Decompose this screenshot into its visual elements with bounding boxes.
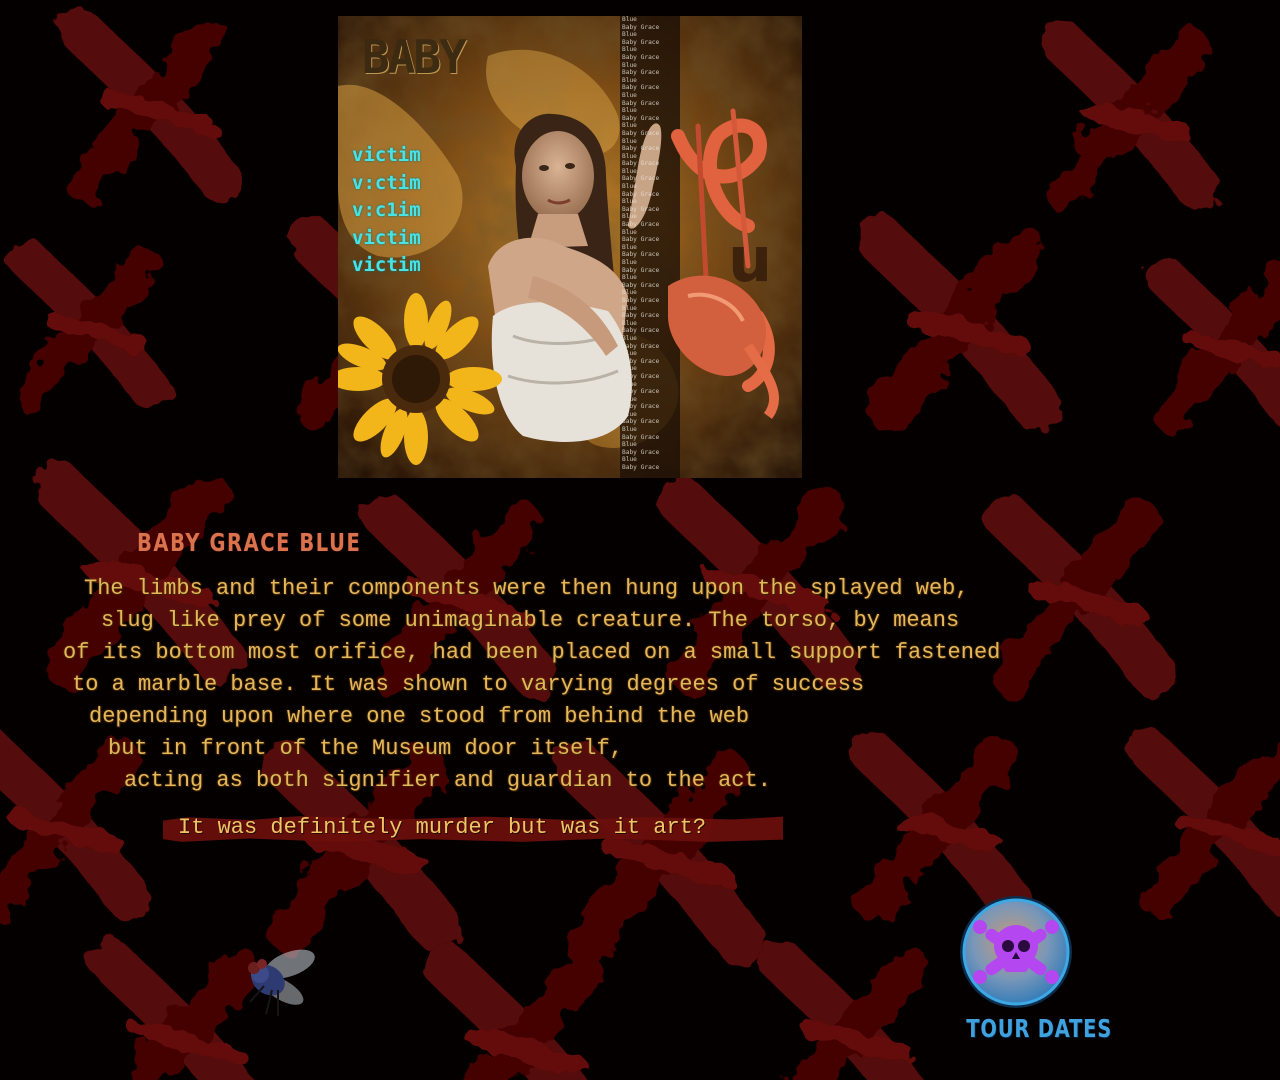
side-text-line: Blue (622, 334, 637, 342)
side-text-line: Baby Grace (622, 129, 660, 137)
side-text-line: Baby Grace (622, 296, 660, 304)
story-line: to a marble base. It was shown to varyin… (72, 672, 865, 697)
hero-big-word: BABY (362, 30, 467, 84)
victim-word: v:ctim (352, 171, 421, 194)
side-text-line: Baby Grace (622, 448, 660, 456)
side-text-line: Baby Grace (622, 53, 660, 61)
side-text-line: Baby Grace (622, 281, 660, 289)
victim-word: victim (352, 254, 421, 276)
side-text-line: Baby Grace (622, 221, 660, 229)
side-text-line: Blue (622, 183, 637, 191)
side-text-line: Baby Grace (622, 372, 660, 380)
side-text-line: Blue (622, 16, 637, 23)
side-text-line: Blue (622, 122, 637, 130)
story-line: but in front of the Museum door itself, (108, 736, 623, 761)
tour-dates-label[interactable]: TOUR DATES (966, 1014, 1111, 1043)
side-text-line: Blue (622, 304, 637, 312)
page-title: BABY GRACE BLUE (137, 528, 362, 557)
side-text-line: Baby Grace (622, 38, 660, 46)
story-line: The limbs and their components were then… (84, 576, 969, 601)
side-text-line: Blue (622, 365, 637, 373)
side-text-line: Baby Grace (622, 84, 660, 92)
skull-crossbones-icon (960, 896, 1072, 1008)
side-text-line: Baby Grace (622, 251, 660, 259)
side-text-line: Baby Grace (622, 236, 660, 244)
side-text-line: Baby Grace (622, 175, 660, 183)
victim-word: v:c1im (352, 199, 421, 221)
hero-collage-image: u BABY victim v:ctim v:c1im victim victi… (338, 16, 802, 478)
story-line: acting as both signifier and guardian to… (124, 768, 771, 793)
side-text-line: Blue (622, 107, 637, 115)
side-text-line: Blue (622, 167, 637, 175)
victim-word-list: victim v:ctim v:c1im victim victim (352, 142, 421, 280)
side-text-line: Blue (622, 213, 637, 221)
side-text-line: Baby Grace (622, 160, 660, 168)
side-text-line: Blue (622, 426, 637, 434)
side-text-line: Baby Grace (622, 23, 660, 31)
side-text-line: Baby Grace (622, 99, 660, 107)
side-text-line: Blue (622, 259, 637, 266)
side-text-line: Blue (622, 289, 637, 297)
side-text-line: Baby Grace (622, 145, 660, 153)
story-line: of its bottom most orifice, had been pla… (63, 640, 1001, 665)
side-text-line: Baby Grace (622, 266, 660, 274)
side-text-line: Baby Grace (622, 464, 660, 472)
side-text-line: Baby Grace (622, 69, 660, 77)
side-text-line: Blue (622, 46, 637, 54)
side-text-line: Baby Grace (622, 114, 660, 122)
side-text-line: Baby Grace (622, 342, 660, 350)
story-line: depending upon where one stood from behi… (89, 704, 750, 729)
story-line: slug like prey of some unimaginable crea… (101, 608, 960, 633)
side-text-line: Blue (622, 380, 637, 388)
side-text-line: Blue (622, 91, 637, 99)
side-text-line: Baby Grace (622, 205, 660, 213)
side-text-line: Baby Grace (622, 312, 660, 320)
side-text-line: Blue (622, 198, 637, 206)
side-text-line: Blue (622, 228, 637, 236)
side-text-line: Blue (622, 137, 637, 145)
side-text-line: Baby Grace (622, 190, 660, 198)
side-text-line: Blue (622, 152, 637, 160)
side-text-line: Blue (622, 441, 637, 449)
side-text-line: Baby Grace (622, 433, 660, 441)
side-text-line: Blue (622, 350, 637, 358)
closing-question: It was definitely murder but was it art? (178, 815, 707, 840)
victim-word: victim (352, 226, 421, 249)
side-text-line: Baby Grace (622, 418, 660, 426)
side-text-line: Baby Grace (622, 403, 660, 411)
side-text-line: Blue (622, 456, 637, 464)
side-text-line: Blue (622, 274, 637, 282)
fly-icon (248, 949, 315, 1016)
repeating-name-column: Blue Baby Grace Blue Baby Grace Blue Baby Gra… (622, 16, 678, 472)
victim-word: victim (352, 144, 421, 166)
side-text-line: Blue (622, 76, 637, 84)
svg-text:u: u (728, 223, 772, 296)
tour-dates-link[interactable]: TOUR DATES (952, 890, 1111, 1050)
side-text-line: Blue (622, 31, 637, 39)
side-text-line: Baby Grace (622, 388, 660, 396)
side-text-line: Blue (622, 410, 637, 418)
side-text-line: Blue (622, 395, 637, 403)
side-text-line: Baby Grace (622, 357, 660, 365)
side-text-line: Blue (622, 319, 637, 327)
side-text-line: Baby Grace (622, 327, 660, 335)
side-text-line: Blue (622, 61, 637, 69)
side-text-line: Blue (622, 243, 637, 251)
